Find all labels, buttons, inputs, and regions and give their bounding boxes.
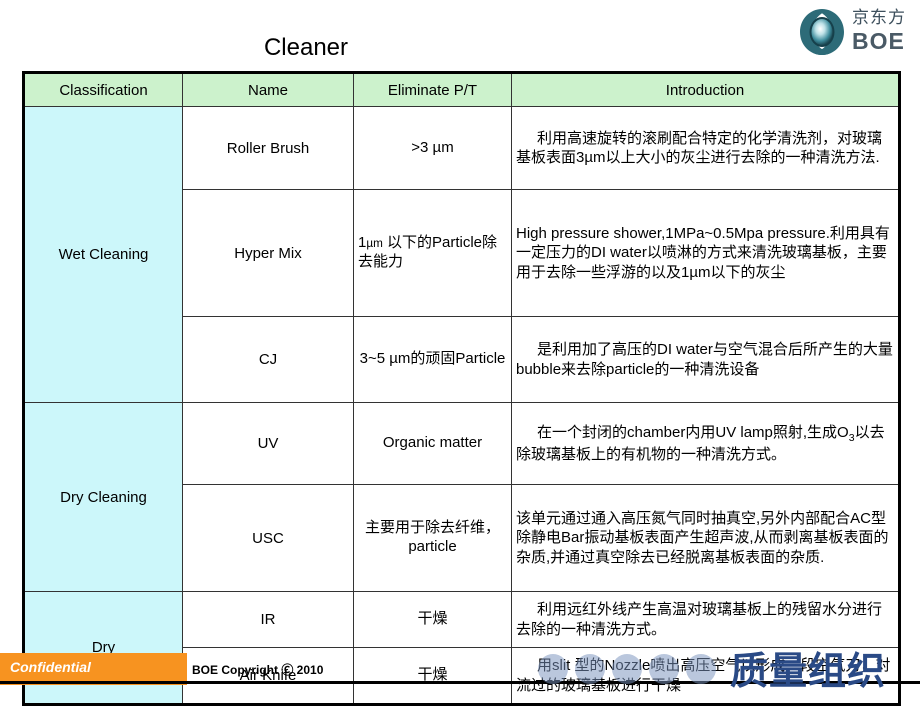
- introduction-air-knife: 用slit 型的Nozzle喷出高压空气以形成一段空气刀，对流过的玻璃基板进行干…: [511, 647, 900, 705]
- name-usc: USC: [182, 484, 354, 592]
- classification-dry: Dry: [23, 591, 183, 705]
- boe-eye-mark-icon: [798, 8, 846, 56]
- footer-confidential-label: Confidential: [10, 659, 91, 675]
- introduction-hyper-mix: High pressure shower,1MPa~0.5Mpa pressur…: [511, 189, 900, 317]
- name-ir: IR: [182, 591, 354, 648]
- eliminate-air-knife: 干燥: [353, 647, 512, 705]
- eliminate-ir: 干燥: [353, 591, 512, 648]
- eliminate-cj: 3~5 µm的顽固Particle: [353, 316, 512, 403]
- cleaner-specification-table: Classification Name Eliminate P/T Introd…: [22, 71, 901, 706]
- boe-wordmark: 京东方 BOE: [852, 7, 906, 55]
- column-header-classification: Classification: [23, 72, 183, 107]
- column-header-introduction: Introduction: [511, 72, 900, 107]
- table-row: Dry IR 干燥 利用远红外线产生高温对玻璃基板上的残留水分进行去除的一种清洗…: [23, 591, 900, 705]
- eliminate-roller-brush: >3 µm: [353, 106, 512, 190]
- eliminate-hyper-mix: 1µm 以下的Particle除去能力: [353, 189, 512, 317]
- column-header-eliminate-pt: Eliminate P/T: [353, 72, 512, 107]
- introduction-uv: 在一个封闭的chamber内用UV lamp照射,生成O3以去除玻璃基板上的有机…: [511, 402, 900, 485]
- page-title: Cleaner: [263, 34, 349, 61]
- boe-english-name: BOE: [852, 27, 905, 54]
- table-row: Dry Cleaning UV Organic matter 在一个封闭的cha…: [23, 402, 900, 592]
- eliminate-usc: 主要用于除去纤维，particle: [353, 484, 512, 592]
- column-header-name: Name: [182, 72, 354, 107]
- name-hyper-mix: Hyper Mix: [182, 189, 354, 317]
- boe-logo: 京东方 BOE: [798, 6, 906, 58]
- table-row: Wet Cleaning Roller Brush >3 µm 利用高速旋转的滚…: [23, 106, 900, 403]
- footer-copyright-label: BOE Copyright Ⓒ 2010: [192, 663, 324, 677]
- name-roller-brush: Roller Brush: [182, 106, 354, 190]
- name-cj: CJ: [182, 316, 354, 403]
- classification-wet-cleaning: Wet Cleaning: [23, 106, 183, 403]
- footer-divider: [0, 681, 920, 684]
- introduction-cj: 是利用加了高压的DI water与空气混合后所产生的大量bubble来去除par…: [511, 316, 900, 403]
- eliminate-uv: Organic matter: [353, 402, 512, 485]
- introduction-roller-brush: 利用高速旋转的滚刷配合特定的化学清洗剂，对玻璃基板表面3µm以上大小的灰尘进行去…: [511, 106, 900, 190]
- boe-chinese-name: 京东方: [852, 7, 906, 28]
- introduction-usc: 该单元通过通入高压氮气同时抽真空,另外内部配合AC型除静电Bar振动基板表面产生…: [511, 484, 900, 592]
- table-header-row: Classification Name Eliminate P/T Introd…: [23, 72, 900, 107]
- introduction-ir: 利用远红外线产生高温对玻璃基板上的残留水分进行去除的一种清洗方式。: [511, 591, 900, 648]
- name-uv: UV: [182, 402, 354, 485]
- classification-dry-cleaning: Dry Cleaning: [23, 402, 183, 592]
